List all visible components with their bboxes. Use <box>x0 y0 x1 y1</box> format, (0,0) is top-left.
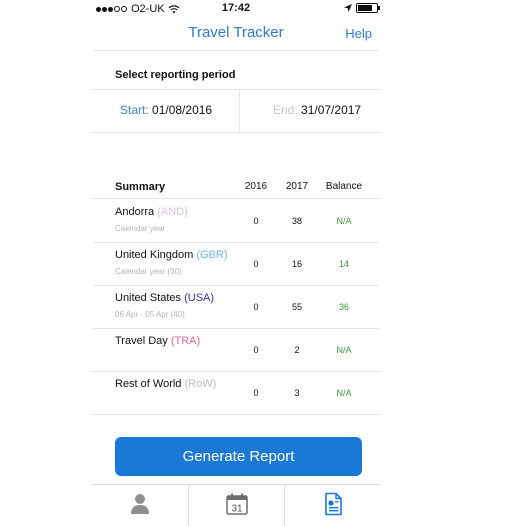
table-row[interactable]: United States (USA) 06 Apr - 05 Apr (40)… <box>92 285 380 329</box>
country-label: United Kingdom <box>115 249 194 261</box>
days-2017: 55 <box>291 302 302 312</box>
calendar-day-label: 31 <box>231 504 243 515</box>
summary-heading: Summary <box>115 181 166 193</box>
status-right <box>344 3 380 13</box>
rule-description: Calendar year <box>115 224 166 233</box>
days-2017: 3 <box>294 388 300 398</box>
country-name: Travel Day (TRA) <box>115 335 200 347</box>
start-date-value: 01/08/2016 <box>152 103 213 117</box>
tab-bar: 31 <box>92 484 380 526</box>
country-name: Andorra (AND) <box>115 206 188 218</box>
page-title: Travel Tracker <box>188 24 284 41</box>
balance-value: N/A <box>336 388 352 398</box>
generate-report-button[interactable]: Generate Report <box>115 437 362 476</box>
days-2017: 38 <box>291 216 302 226</box>
country-label: United States <box>115 292 182 304</box>
reporting-period-heading: Select reporting period <box>115 69 236 81</box>
status-bar: O2-UK 17:42 <box>92 0 380 18</box>
column-header-2016: 2016 <box>244 181 268 192</box>
country-code: (GBR) <box>196 249 228 261</box>
person-icon <box>131 494 149 514</box>
days-2017: 16 <box>291 259 302 269</box>
country-code: (TRA) <box>170 335 201 347</box>
days-2016: 0 <box>253 259 259 269</box>
clock: 17:42 <box>221 2 251 14</box>
days-2017: 2 <box>294 345 300 355</box>
days-2016: 0 <box>253 216 259 226</box>
country-code: (RoW) <box>184 378 217 390</box>
country-code: (AND) <box>157 206 188 218</box>
column-header-balance: Balance <box>325 181 363 192</box>
days-2016: 0 <box>253 388 259 398</box>
start-date-field[interactable]: Start: 01/08/2016 <box>120 103 212 117</box>
country-label: Rest of World <box>115 378 182 390</box>
rule-description: Calendar year (30) <box>115 267 182 276</box>
country-name: United Kingdom (GBR) <box>115 249 228 261</box>
navigation-bar: Travel Tracker Help <box>92 18 380 51</box>
country-label: Travel Day <box>115 335 168 347</box>
end-date-value: 31/07/2017 <box>301 103 362 117</box>
balance-value: 14 <box>338 259 349 269</box>
table-row[interactable]: Andorra (AND) Calendar year 0 38 N/A <box>92 199 380 243</box>
country-code: (USA) <box>184 292 215 304</box>
location-arrow-icon <box>344 4 352 12</box>
table-row[interactable]: Travel Day (TRA) 0 2 N/A <box>92 328 380 372</box>
help-button[interactable]: Help <box>345 26 372 41</box>
table-row[interactable]: Rest of World (RoW) 0 3 N/A <box>92 371 380 415</box>
report-icon <box>325 492 342 516</box>
reporting-period-selector: Start: 01/08/2016 End: 31/07/2017 <box>92 89 380 133</box>
table-row[interactable]: United Kingdom (GBR) Calendar year (30) … <box>92 242 380 286</box>
days-2016: 0 <box>253 345 259 355</box>
battery-icon <box>356 3 380 13</box>
column-header-2017: 2017 <box>285 181 309 192</box>
tab-report[interactable] <box>284 485 381 526</box>
period-divider <box>239 90 240 132</box>
balance-value: N/A <box>336 345 352 355</box>
tab-calendar[interactable]: 31 <box>188 485 285 526</box>
app-screen: O2-UK 17:42 Travel Tracker Help Select r… <box>92 0 380 526</box>
country-name: Rest of World (RoW) <box>115 378 216 390</box>
balance-value: N/A <box>336 216 352 226</box>
end-date-field[interactable]: End: 31/07/2017 <box>273 103 361 117</box>
balance-value: 36 <box>338 302 349 312</box>
tab-profile[interactable] <box>92 485 188 526</box>
end-date-label: End: <box>273 103 298 117</box>
start-date-label: Start: <box>120 103 149 117</box>
rule-description: 06 Apr - 05 Apr (40) <box>115 310 185 319</box>
summary-table-header: Summary 2016 2017 Balance <box>92 178 380 199</box>
calendar-icon: 31 <box>226 493 248 515</box>
days-2016: 0 <box>253 302 259 312</box>
country-name: United States (USA) <box>115 292 214 304</box>
country-label: Andorra <box>115 206 155 218</box>
